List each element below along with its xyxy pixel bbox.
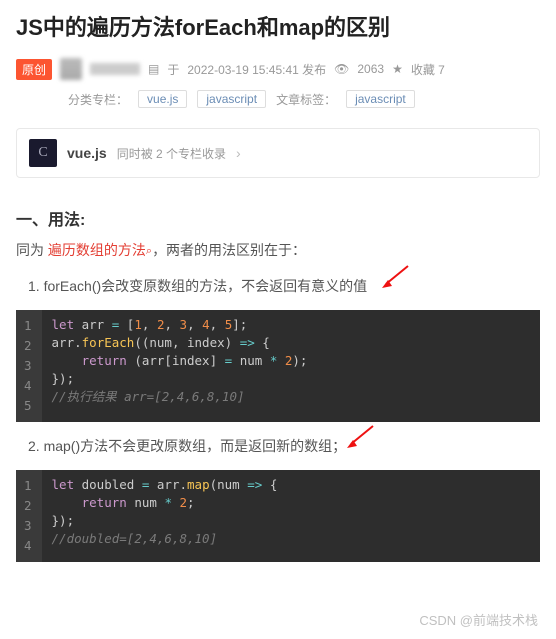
- t: });: [52, 513, 75, 528]
- collection-sub: 同时被 2 个专栏收录: [117, 145, 226, 162]
- t: return: [52, 495, 127, 510]
- t: 3: [180, 317, 188, 332]
- intro-link[interactable]: 遍历数组的方法: [48, 242, 146, 258]
- eye-icon: 👁: [334, 62, 349, 76]
- arrow-icon: [380, 264, 410, 288]
- line-num: 1: [16, 476, 42, 496]
- arrow-icon: [345, 424, 375, 448]
- t: 4: [202, 317, 210, 332]
- t: =>: [240, 335, 255, 350]
- t: arr: [52, 335, 75, 350]
- meta-row: 原创 ▤ 于 2022-03-19 15:45:41 发布 👁 2063 ★ 收…: [0, 54, 556, 84]
- collection-card[interactable]: C vue.js 同时被 2 个专栏收录 ›: [16, 128, 540, 178]
- t: ,: [210, 317, 225, 332]
- t: //执行结果 arr=[2,4,6,8,10]: [52, 389, 245, 404]
- t: ];: [232, 317, 247, 332]
- t: 2: [180, 495, 188, 510]
- article-tag-label: 文章标签：: [276, 91, 336, 108]
- tags-row: 分类专栏： vue.js javascript 文章标签： javascript: [0, 84, 556, 118]
- t: ;: [187, 495, 195, 510]
- original-badge: 原创: [16, 59, 52, 80]
- list-item: 1. forEach()会改变原数组的方法，不会返回有意义的值: [16, 276, 540, 296]
- t: doubled: [74, 477, 142, 492]
- t: =>: [247, 477, 262, 492]
- line-num: 2: [16, 336, 42, 356]
- chevron-right-icon: ›: [236, 145, 241, 161]
- t: ((num, index): [134, 335, 239, 350]
- category-label: 分类专栏：: [68, 91, 128, 108]
- t: {: [262, 477, 277, 492]
- article-icon: ▤: [148, 62, 159, 76]
- t: let: [52, 477, 75, 492]
- t: [172, 495, 180, 510]
- t: (num: [210, 477, 248, 492]
- line-num: 2: [16, 496, 42, 516]
- line-num: 3: [16, 516, 42, 536]
- line-num: 4: [16, 536, 42, 556]
- t: map: [187, 477, 210, 492]
- t: ,: [187, 317, 202, 332]
- section-heading: 一、用法:: [16, 206, 540, 230]
- article-content: 一、用法: 同为 遍历数组的方法⌕，两者的用法区别在于： 1. forEach(…: [0, 188, 556, 562]
- star-icon: ★: [392, 62, 403, 76]
- code-block: 1 2 3 4 let doubled = arr.map(num => { r…: [16, 470, 540, 562]
- t: });: [52, 371, 75, 386]
- line-gutter: 1 2 3 4 5: [16, 310, 42, 422]
- category-tag[interactable]: vue.js: [138, 90, 187, 108]
- t: .: [74, 335, 82, 350]
- t: ,: [164, 317, 179, 332]
- t: .: [179, 477, 187, 492]
- line-gutter: 1 2 3 4: [16, 470, 42, 562]
- t: arr: [74, 317, 112, 332]
- code-content: let arr = [1, 2, 3, 4, 5];arr.forEach((n…: [42, 310, 318, 422]
- t: 1: [134, 317, 142, 332]
- t: forEach: [82, 335, 135, 350]
- intro-pre: 同为: [16, 242, 48, 258]
- pub-prefix: 于: [167, 61, 179, 78]
- t: {: [255, 335, 270, 350]
- t: [: [119, 317, 134, 332]
- author-name[interactable]: [90, 63, 140, 75]
- collection-icon: C: [29, 139, 57, 167]
- collection-name: vue.js: [67, 145, 107, 161]
- line-num: 4: [16, 376, 42, 396]
- intro-post: ，两者的用法区别在于：: [152, 242, 306, 258]
- t: arr: [149, 477, 179, 492]
- views-count: 2063: [357, 62, 384, 76]
- t: *: [164, 495, 172, 510]
- t: return: [52, 353, 127, 368]
- pub-time: 2022-03-19 15:45:41 发布: [187, 61, 326, 78]
- t: let: [52, 317, 75, 332]
- code-content: let doubled = arr.map(num => { return nu…: [42, 470, 288, 562]
- article-tag[interactable]: javascript: [346, 90, 415, 108]
- t: num: [127, 495, 165, 510]
- t: num: [232, 353, 270, 368]
- t: ,: [142, 317, 157, 332]
- t: [277, 353, 285, 368]
- t: //doubled=[2,4,6,8,10]: [52, 531, 218, 546]
- category-tag[interactable]: javascript: [197, 90, 266, 108]
- list-item: 2. map()方法不会更改原数组，而是返回新的数组；: [16, 436, 540, 456]
- code-block: 1 2 3 4 5 let arr = [1, 2, 3, 4, 5];arr.…: [16, 310, 540, 422]
- author-avatar[interactable]: [60, 58, 82, 80]
- intro-text: 同为 遍历数组的方法⌕，两者的用法区别在于：: [16, 240, 540, 260]
- line-num: 1: [16, 316, 42, 336]
- watermark: CSDN @前端技术栈: [419, 610, 538, 629]
- t: );: [292, 353, 307, 368]
- line-num: 3: [16, 356, 42, 376]
- collect-count: 收藏 7: [411, 61, 445, 78]
- line-num: 5: [16, 396, 42, 416]
- page-title: JS中的遍历方法forEach和map的区别: [0, 0, 556, 54]
- t: (arr[index]: [127, 353, 225, 368]
